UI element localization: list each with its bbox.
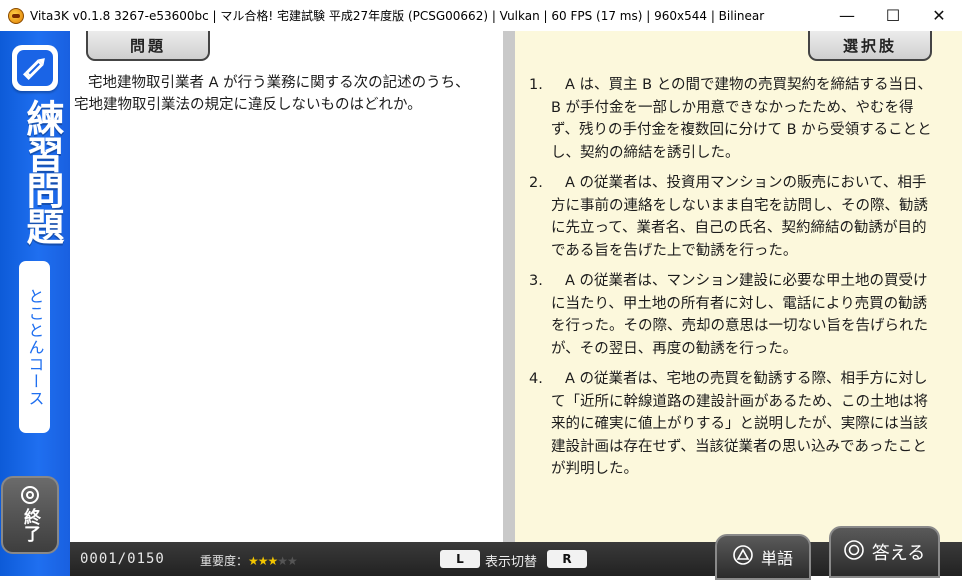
choices-tab: 選択肢 — [808, 31, 932, 61]
r-button-icon[interactable]: R — [547, 550, 587, 568]
question-text: 宅地建物取引業者 A が行う業務に関する次の記述のうち、 宅地建物取引業法の規定… — [74, 72, 484, 116]
question-pane: 問題 宅地建物取引業者 A が行う業務に関する次の記述のうち、 宅地建物取引業法… — [70, 31, 503, 542]
circle-button-icon — [843, 539, 864, 565]
choice-number: 1. — [529, 77, 543, 93]
sidebar: 練習問題 とことんコース 終了 — [0, 31, 70, 576]
importance-rating: 重要度：★★★★★ — [200, 552, 298, 569]
close-button[interactable]: ✕ — [916, 0, 962, 31]
exit-button[interactable]: 終了 — [1, 476, 59, 554]
circle-button-icon — [21, 486, 39, 504]
question-progress: 0001/0150 — [80, 551, 165, 567]
choice-text: A の従業者は、投資用マンションの販売において、相手方に事前の連絡をしないまま自… — [551, 175, 928, 259]
choices-pane: 選択肢 1. A は、買主 B との間で建物の売買契約を締結する当日、B が手付… — [515, 31, 962, 542]
window-titlebar: Vita3K v0.1.8 3267-e53600bc | マル合格! 宅建試験… — [0, 0, 962, 32]
pencil-icon-svg — [22, 58, 45, 81]
choice-number: 2. — [529, 175, 543, 191]
choice-item-3[interactable]: 3. A の従業者は、マンション建設に必要な甲土地の買受けに当たり、甲土地の所有… — [529, 270, 939, 360]
minimize-icon: — — [839, 6, 855, 25]
question-tab: 問題 — [86, 31, 210, 61]
choice-text: A の従業者は、宅地の売買を勧誘する際、相手方に対して「近所に幹線道路の建設計画… — [551, 371, 928, 477]
answer-button-label: 答える — [871, 543, 926, 564]
minimize-button[interactable]: — — [824, 0, 870, 31]
pencil-icon-inner — [17, 50, 53, 86]
exit-label: 終了 — [20, 508, 40, 542]
choice-number: 4. — [529, 371, 543, 387]
mode-title: 練習問題 — [20, 99, 64, 243]
word-button[interactable]: 単語 — [715, 534, 811, 580]
course-badge: とことんコース — [19, 261, 50, 433]
pencil-icon — [12, 45, 58, 91]
l-button-icon[interactable]: L — [440, 550, 480, 568]
choice-number: 3. — [529, 273, 543, 289]
window-title: Vita3K v0.1.8 3267-e53600bc | マル合格! 宅建試験… — [30, 9, 765, 23]
maximize-button[interactable]: ☐ — [870, 0, 916, 31]
display-toggle-label: 表示切替 — [485, 555, 538, 570]
choice-text: A は、買主 B との間で建物の売買契約を締結する当日、B が手付金を一部しか用… — [551, 77, 933, 161]
star-empty-icon: ★★ — [277, 554, 297, 568]
star-rating: ★★★★★ — [248, 554, 298, 568]
triangle-button-icon — [733, 545, 753, 569]
question-line-2: 宅地建物取引業法の規定に違反しないものはどれか。 — [74, 97, 422, 113]
choice-item-4[interactable]: 4. A の従業者は、宅地の売買を勧誘する際、相手方に対して「近所に幹線道路の建… — [529, 368, 939, 481]
choice-list: 1. A は、買主 B との間で建物の売買契約を締結する当日、B が手付金を一部… — [529, 74, 939, 489]
maximize-icon: ☐ — [885, 6, 901, 25]
vita3k-app-icon — [8, 7, 24, 24]
importance-label: 重要度： — [200, 554, 249, 568]
star-filled-icon: ★★★ — [248, 554, 278, 568]
pane-divider — [503, 31, 515, 542]
word-button-label: 単語 — [760, 549, 793, 568]
choice-text: A の従業者は、マンション建設に必要な甲土地の買受けに当たり、甲土地の所有者に対… — [551, 273, 928, 357]
question-line-1: 宅地建物取引業者 A が行う業務に関する次の記述のうち、 — [88, 75, 470, 91]
answer-button[interactable]: 答える — [829, 526, 940, 578]
course-label: とことんコース — [25, 287, 45, 407]
choice-item-1[interactable]: 1. A は、買主 B との間で建物の売買契約を締結する当日、B が手付金を一部… — [529, 74, 939, 164]
bottom-bar: 0001/0150 重要度：★★★★★ L 表示切替 R 単語 答える — [70, 526, 962, 580]
window-controls: — ☐ ✕ — [824, 0, 962, 31]
close-icon: ✕ — [932, 6, 946, 25]
choice-item-2[interactable]: 2. A の従業者は、投資用マンションの販売において、相手方に事前の連絡をしない… — [529, 172, 939, 262]
